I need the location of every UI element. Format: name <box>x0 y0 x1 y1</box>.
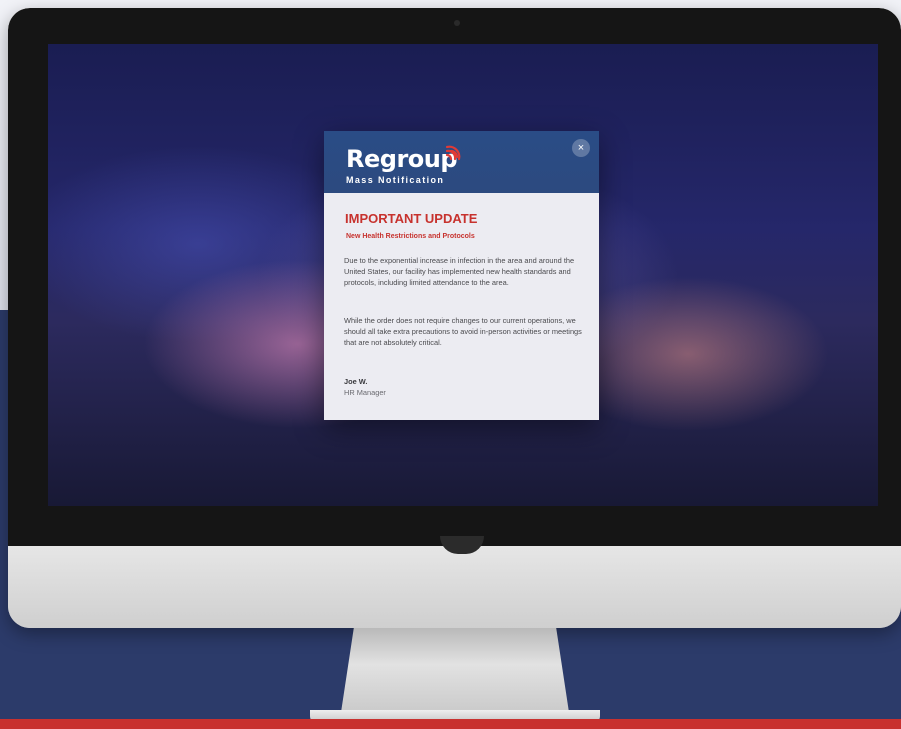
message-paragraph-1: Due to the exponential increase in infec… <box>344 256 575 287</box>
brand-tagline: Mass Notification <box>346 175 445 185</box>
signer-name: Joe W. <box>344 377 368 386</box>
modal-title: IMPORTANT UPDATE <box>345 211 478 226</box>
modal-header: Regroup Mass Notification × <box>324 131 599 193</box>
camera-dot <box>454 20 460 26</box>
modal-subtitle: New Health Restrictions and Protocols <box>346 233 475 240</box>
message-paragraph-2: While the order does not require changes… <box>344 316 582 347</box>
signal-waves-icon <box>445 145 461 161</box>
close-button[interactable]: × <box>572 139 590 157</box>
brand-logo-text: Regroup <box>346 145 458 173</box>
close-icon: × <box>577 142 585 154</box>
page-red-strip <box>0 719 901 729</box>
monitor-stand <box>340 628 570 719</box>
monitor-chin <box>8 546 901 628</box>
signer-role: HR Manager <box>344 388 386 397</box>
notification-modal: Regroup Mass Notification × IMPORTANT UP… <box>324 131 599 420</box>
